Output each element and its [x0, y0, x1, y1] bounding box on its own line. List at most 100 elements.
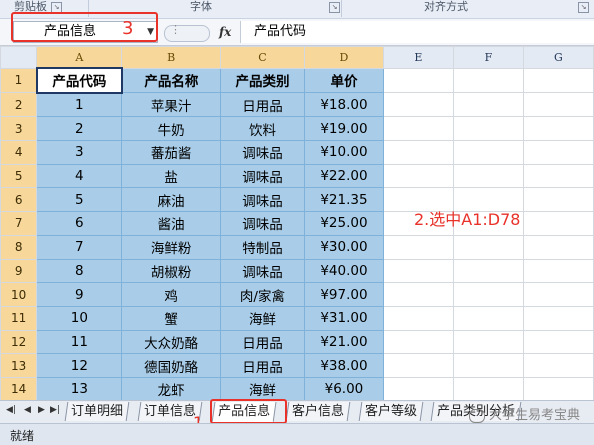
- cell-empty[interactable]: [382, 305, 454, 331]
- alignment-launcher-icon[interactable]: ↘: [578, 1, 589, 13]
- sheet-tab[interactable]: 订单明细: [64, 402, 130, 421]
- cell[interactable]: 11: [36, 329, 123, 355]
- cell-empty[interactable]: [522, 305, 594, 331]
- cell-empty[interactable]: [522, 163, 594, 189]
- cell-empty[interactable]: [382, 329, 454, 355]
- row-header[interactable]: 10: [0, 282, 38, 307]
- cell-empty[interactable]: [522, 376, 594, 400]
- cell-empty[interactable]: [452, 376, 524, 400]
- sheet-tab[interactable]: 客户信息: [285, 402, 351, 421]
- cell-empty[interactable]: [382, 258, 454, 284]
- cell-empty[interactable]: [382, 92, 454, 118]
- cell-empty[interactable]: [452, 353, 524, 378]
- cell[interactable]: 单价: [303, 67, 384, 94]
- cell-empty[interactable]: [452, 258, 524, 284]
- font-launcher[interactable]: ↘: [325, 0, 340, 18]
- cell[interactable]: 4: [36, 163, 123, 189]
- cell-empty[interactable]: [382, 282, 454, 307]
- cell[interactable]: 德国奶酪: [121, 353, 221, 378]
- row-header[interactable]: 12: [0, 329, 38, 355]
- cell-empty[interactable]: [452, 305, 524, 331]
- cell-empty[interactable]: [522, 67, 594, 94]
- clipboard-launcher-icon[interactable]: ↘: [51, 1, 62, 13]
- column-header[interactable]: D: [303, 46, 384, 69]
- row-header[interactable]: 6: [0, 187, 38, 213]
- cell[interactable]: 8: [36, 258, 123, 284]
- cell-empty[interactable]: [452, 282, 524, 307]
- column-header[interactable]: B: [121, 46, 221, 69]
- cell[interactable]: 蕃茄酱: [121, 140, 221, 165]
- cell-empty[interactable]: [522, 187, 594, 213]
- cell[interactable]: 10: [36, 305, 123, 331]
- cell[interactable]: 日用品: [219, 92, 305, 118]
- cell[interactable]: ¥40.00: [303, 258, 384, 284]
- ribbon-group-font[interactable]: 字体: [190, 0, 212, 18]
- select-all-corner[interactable]: [0, 46, 38, 69]
- first-sheet-icon[interactable]: ◀|: [6, 405, 16, 415]
- row-header[interactable]: 7: [0, 211, 38, 236]
- cell[interactable]: 海鲜粉: [121, 234, 221, 260]
- cell-empty[interactable]: [522, 282, 594, 307]
- cell[interactable]: 大众奶酪: [121, 329, 221, 355]
- cell[interactable]: ¥31.00: [303, 305, 384, 331]
- row-header[interactable]: 11: [0, 305, 38, 331]
- cell[interactable]: 3: [36, 140, 123, 165]
- row-header[interactable]: 1: [0, 67, 38, 94]
- cell-empty[interactable]: [452, 116, 524, 142]
- cell[interactable]: 调味品: [219, 163, 305, 189]
- cell-empty[interactable]: [382, 67, 454, 94]
- cell[interactable]: 日用品: [219, 353, 305, 378]
- alignment-launcher[interactable]: ↘: [574, 0, 589, 18]
- cell[interactable]: 调味品: [219, 258, 305, 284]
- cell[interactable]: 1: [36, 92, 123, 118]
- row-header[interactable]: 3: [0, 116, 38, 142]
- cell[interactable]: ¥30.00: [303, 234, 384, 260]
- cell[interactable]: 2: [36, 116, 123, 142]
- cell[interactable]: 5: [36, 187, 123, 213]
- cell[interactable]: 调味品: [219, 187, 305, 213]
- formula-input[interactable]: 产品代码: [240, 21, 594, 43]
- cell[interactable]: 龙虾: [121, 376, 221, 400]
- cell[interactable]: ¥38.00: [303, 353, 384, 378]
- cell[interactable]: 13: [36, 376, 123, 400]
- cell[interactable]: 肉/家禽: [219, 282, 305, 307]
- cell-empty[interactable]: [452, 329, 524, 355]
- cell[interactable]: 牛奶: [121, 116, 221, 142]
- cell[interactable]: 特制品: [219, 234, 305, 260]
- sheet-tab[interactable]: 客户等级: [358, 402, 424, 421]
- cell-empty[interactable]: [452, 67, 524, 94]
- cell-empty[interactable]: [522, 116, 594, 142]
- cell[interactable]: ¥6.00: [303, 376, 384, 400]
- row-header[interactable]: 5: [0, 163, 38, 189]
- prev-sheet-icon[interactable]: ◀: [24, 405, 31, 415]
- cell-empty[interactable]: [452, 140, 524, 165]
- cell-empty[interactable]: [522, 211, 594, 236]
- cell[interactable]: ¥21.35: [303, 187, 384, 213]
- cell[interactable]: 6: [36, 211, 123, 236]
- cell[interactable]: ¥97.00: [303, 282, 384, 307]
- cell-empty[interactable]: [452, 92, 524, 118]
- column-header[interactable]: A: [36, 46, 123, 69]
- cell[interactable]: 蟹: [121, 305, 221, 331]
- cell-empty[interactable]: [452, 234, 524, 260]
- cell[interactable]: ¥10.00: [303, 140, 384, 165]
- cell-empty[interactable]: [522, 92, 594, 118]
- cell[interactable]: 饮料: [219, 116, 305, 142]
- cell-empty[interactable]: [522, 140, 594, 165]
- cell[interactable]: 日用品: [219, 329, 305, 355]
- row-header[interactable]: 8: [0, 234, 38, 260]
- cell[interactable]: ¥22.00: [303, 163, 384, 189]
- row-header[interactable]: 13: [0, 353, 38, 378]
- cell[interactable]: ¥18.00: [303, 92, 384, 118]
- cell[interactable]: 12: [36, 353, 123, 378]
- cell-empty[interactable]: [522, 353, 594, 378]
- row-header[interactable]: 14: [0, 376, 38, 400]
- cell[interactable]: 7: [36, 234, 123, 260]
- cell[interactable]: 海鲜: [219, 305, 305, 331]
- cell[interactable]: 调味品: [219, 140, 305, 165]
- cell[interactable]: 胡椒粉: [121, 258, 221, 284]
- formula-bar-resize-handle[interactable]: ⋮: [164, 23, 210, 42]
- column-header[interactable]: F: [452, 46, 524, 69]
- cell-empty[interactable]: [382, 376, 454, 400]
- cell[interactable]: 海鲜: [219, 376, 305, 400]
